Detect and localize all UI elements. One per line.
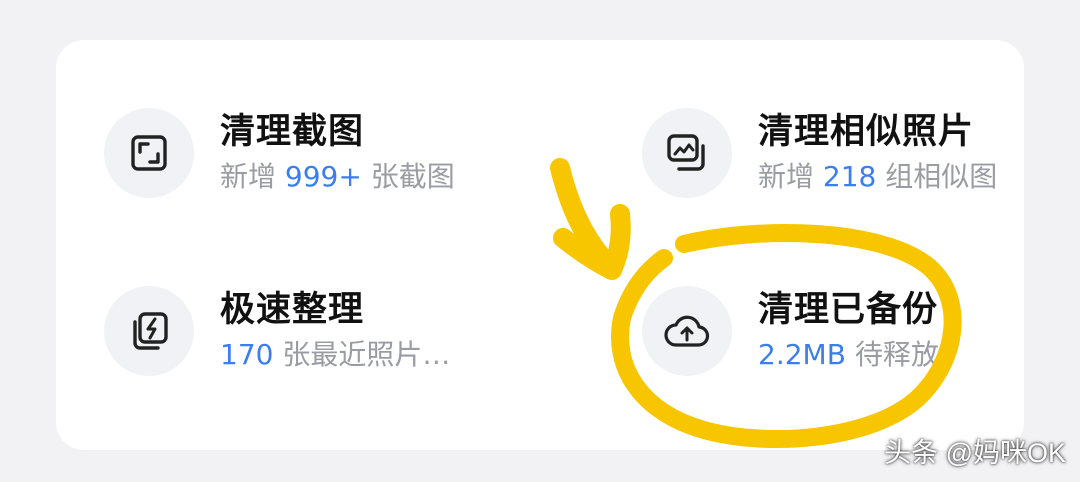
tile-title: 清理截图 (220, 112, 365, 152)
tile-subtitle: 2.2MB 待释放 (758, 336, 939, 374)
tile-quick-organize[interactable]: 极速整理 170 张最近照片… (104, 286, 450, 376)
subtitle-count: 170 (220, 338, 274, 371)
subtitle-count: 999+ (284, 160, 362, 193)
subtitle-suffix: 张最近照片… (282, 338, 451, 371)
subtitle-prefix: 新增 (220, 160, 277, 193)
tile-clean-screenshots[interactable]: 清理截图 新增 999+ 张截图 (104, 108, 455, 198)
subtitle-suffix: 组相似图 (885, 160, 998, 193)
subtitle-suffix: 待释放 (854, 338, 939, 371)
subtitle-count: 218 (822, 160, 877, 193)
tile-subtitle: 新增 999+ 张截图 (220, 158, 455, 196)
screenshot-frame-icon (104, 108, 194, 198)
quick-organize-icon (104, 286, 194, 376)
subtitle-count: 2.2MB (758, 338, 846, 371)
tile-title: 清理已备份 (758, 290, 939, 330)
similar-photos-icon (642, 108, 732, 198)
cloud-upload-icon (642, 286, 732, 376)
tile-title: 清理相似照片 (758, 112, 975, 152)
tile-clean-backed-up[interactable]: 清理已备份 2.2MB 待释放 (642, 286, 939, 376)
tile-clean-similar-photos[interactable]: 清理相似照片 新增 218 组相似图 (642, 108, 997, 198)
subtitle-prefix: 新增 (758, 160, 815, 193)
watermark: 头条 @妈咪OK (884, 438, 1066, 468)
tile-title: 极速整理 (220, 290, 365, 330)
tile-subtitle: 新增 218 组相似图 (758, 158, 997, 196)
cleanup-card: 清理截图 新增 999+ 张截图 清理相似照片 新增 218 组相似图 极速整理… (56, 40, 1024, 450)
subtitle-suffix: 张截图 (370, 160, 455, 193)
screenshot-stage: 清理截图 新增 999+ 张截图 清理相似照片 新增 218 组相似图 极速整理… (0, 0, 1080, 482)
tile-subtitle: 170 张最近照片… (220, 336, 450, 374)
